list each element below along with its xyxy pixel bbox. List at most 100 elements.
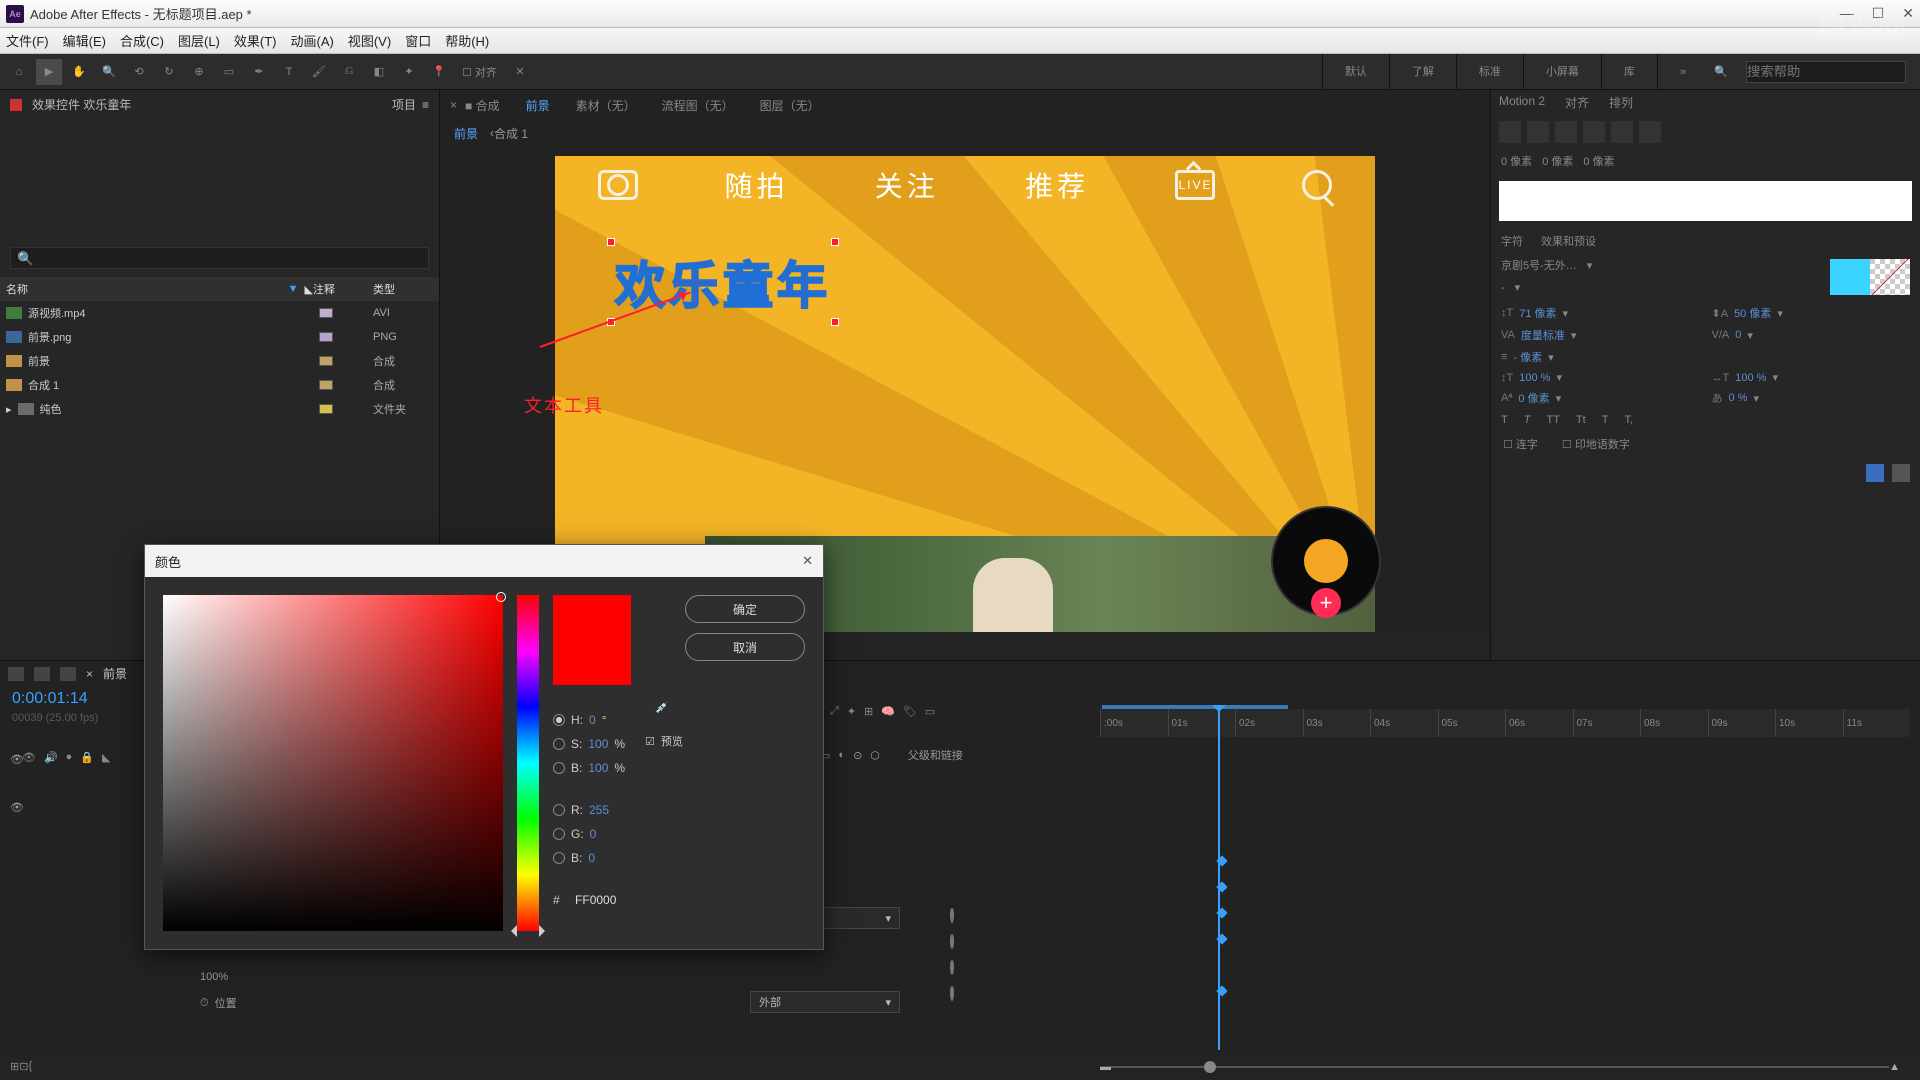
rotate-tool[interactable]: ↻ (156, 59, 182, 85)
tab-arrange[interactable]: 排列 (1609, 94, 1633, 111)
workspace-learn[interactable]: 了解 (1389, 54, 1456, 90)
close-dialog-button[interactable]: ✕ (802, 553, 813, 569)
workspace-more[interactable]: » (1657, 54, 1708, 90)
align-btn[interactable] (1555, 121, 1577, 143)
project-row[interactable]: 合成 1合成 (0, 373, 439, 397)
hue-slider[interactable] (517, 595, 539, 931)
baseline-value[interactable]: - 像素 (1513, 349, 1542, 365)
tab-align[interactable]: 对齐 (1565, 94, 1589, 111)
anchor-tool[interactable]: ⊕ (186, 59, 212, 85)
menu-view[interactable]: 视图(V) (348, 31, 391, 50)
col-type[interactable]: 类型 (373, 281, 433, 297)
radio-b[interactable] (553, 762, 565, 774)
keyframe-icon[interactable] (1216, 933, 1227, 944)
snap-checkbox[interactable]: ☐ 对齐 (456, 59, 503, 85)
handle-icon[interactable] (607, 238, 615, 246)
menu-file[interactable]: 文件(F) (6, 31, 49, 50)
viewer-tab[interactable]: 图层（无） (760, 97, 820, 114)
breadcrumb-item[interactable]: 合成 1 (494, 125, 528, 142)
align-btn[interactable] (1639, 121, 1661, 143)
snap-icon[interactable]: ✦ (847, 705, 856, 718)
search-icon[interactable]: 🔍 (1708, 59, 1734, 85)
project-row[interactable]: 前景.pngPNG (0, 325, 439, 349)
tab-effects-presets[interactable]: 效果和预设 (1541, 233, 1596, 249)
vscale-value[interactable]: 100 % (1519, 372, 1550, 384)
toggle-icon[interactable]: ✕ (507, 59, 533, 85)
kerning-value[interactable]: 度量标准 (1521, 327, 1565, 343)
col-name[interactable]: 名称 (6, 281, 282, 297)
maximize-button[interactable]: ☐ (1872, 5, 1885, 22)
radio-h[interactable] (553, 714, 565, 726)
hscale-value[interactable]: 100 % (1735, 372, 1766, 384)
label-swatch[interactable] (319, 308, 333, 318)
all-caps[interactable]: TT (1546, 414, 1559, 426)
eraser-tool[interactable]: ◧ (366, 59, 392, 85)
subscript[interactable]: T, (1624, 414, 1633, 426)
roto-tool[interactable]: ✦ (396, 59, 422, 85)
clone-tool[interactable]: ⎌ (336, 59, 362, 85)
col-note[interactable]: 注释 (313, 281, 373, 297)
align-btn[interactable] (1583, 121, 1605, 143)
radio-g[interactable] (553, 828, 565, 840)
project-search-input[interactable] (10, 247, 429, 269)
align-btn[interactable] (1499, 121, 1521, 143)
style-dropdown[interactable]: - (1501, 282, 1505, 294)
align-btn[interactable] (1611, 121, 1633, 143)
radio-bc[interactable] (553, 852, 565, 864)
grid-view-icon[interactable] (1866, 464, 1884, 482)
zoom-tool[interactable]: 🔍 (96, 59, 122, 85)
search-panel-input[interactable] (1499, 181, 1912, 221)
fill-stroke-swatches[interactable] (1830, 259, 1910, 295)
font-size-value[interactable]: 71 像素 (1519, 305, 1556, 321)
chevron-down-icon[interactable]: ▾ (1515, 281, 1521, 294)
shift-pct[interactable]: 0 % (1729, 392, 1748, 404)
graph-icon[interactable]: ⤢ (830, 705, 839, 718)
list-view-icon[interactable] (1892, 464, 1910, 482)
pen-tool[interactable]: ✒ (246, 59, 272, 85)
panel-menu-icon[interactable]: ≡ (422, 98, 429, 112)
zoom-out-icon[interactable]: ▬ (1100, 1061, 1111, 1073)
stroke-dropdown[interactable]: 外部▾ (750, 991, 900, 1013)
breadcrumb-item[interactable]: 前景 (454, 125, 478, 142)
eyedropper-icon[interactable]: 💉 (655, 701, 679, 725)
label-swatch[interactable] (319, 332, 333, 342)
s-value[interactable]: 100 (588, 737, 608, 751)
orbit-tool[interactable]: ⟲ (126, 59, 152, 85)
brain-icon[interactable]: 🧠 (881, 705, 895, 718)
align-btn[interactable] (1527, 121, 1549, 143)
pickwhip-icon[interactable] (950, 933, 954, 949)
pickwhip-icon[interactable] (950, 959, 954, 975)
workspace-lib[interactable]: 库 (1601, 54, 1657, 90)
keyframe-icon[interactable] (1216, 985, 1227, 996)
small-caps[interactable]: Tt (1576, 414, 1586, 426)
eye-icon[interactable]: 👁 (10, 753, 24, 766)
expand-icon[interactable]: ▸ (6, 403, 12, 416)
viewer-close-icon[interactable]: × (450, 98, 457, 112)
timeline-tab-label[interactable]: 前景 (103, 665, 127, 682)
tracking-value[interactable]: 0 (1735, 329, 1741, 341)
tag-icon[interactable]: ◣ (305, 283, 313, 296)
b-value[interactable]: 100 (588, 761, 608, 775)
close-window-button[interactable]: ✕ (1902, 5, 1914, 22)
menu-window[interactable]: 窗口 (405, 31, 431, 50)
hand-tool[interactable]: ✋ (66, 59, 92, 85)
leading-value[interactable]: 50 像素 (1734, 305, 1771, 321)
font-dropdown[interactable]: 京剧5号-无外… (1501, 257, 1577, 273)
toggle-modes-icon[interactable]: ⊡ (19, 1060, 28, 1073)
faux-italic[interactable]: T (1524, 414, 1531, 426)
hindi-checkbox[interactable]: ☐ 印地语数字 (1562, 436, 1630, 452)
pickwhip-icon[interactable] (950, 985, 954, 1001)
viewer-tab[interactable]: 素材（无） (576, 97, 636, 114)
label-swatch[interactable] (319, 380, 333, 390)
hex-value[interactable]: FF0000 (575, 893, 616, 907)
toggle-switches-icon[interactable]: ⊞ (10, 1060, 19, 1073)
superscript[interactable]: T (1602, 414, 1609, 426)
brush-tool[interactable]: 🖌 (306, 59, 332, 85)
comp-marker-icon[interactable]: ▭ (925, 705, 935, 718)
r-value[interactable]: 255 (589, 803, 609, 817)
tab-character[interactable]: 字符 (1501, 233, 1523, 249)
color-picker-cursor[interactable] (496, 592, 506, 602)
selection-tool[interactable]: ▶ (36, 59, 62, 85)
menu-animation[interactable]: 动画(A) (291, 31, 334, 50)
ligature-checkbox[interactable]: ☐ 连字 (1503, 436, 1538, 452)
